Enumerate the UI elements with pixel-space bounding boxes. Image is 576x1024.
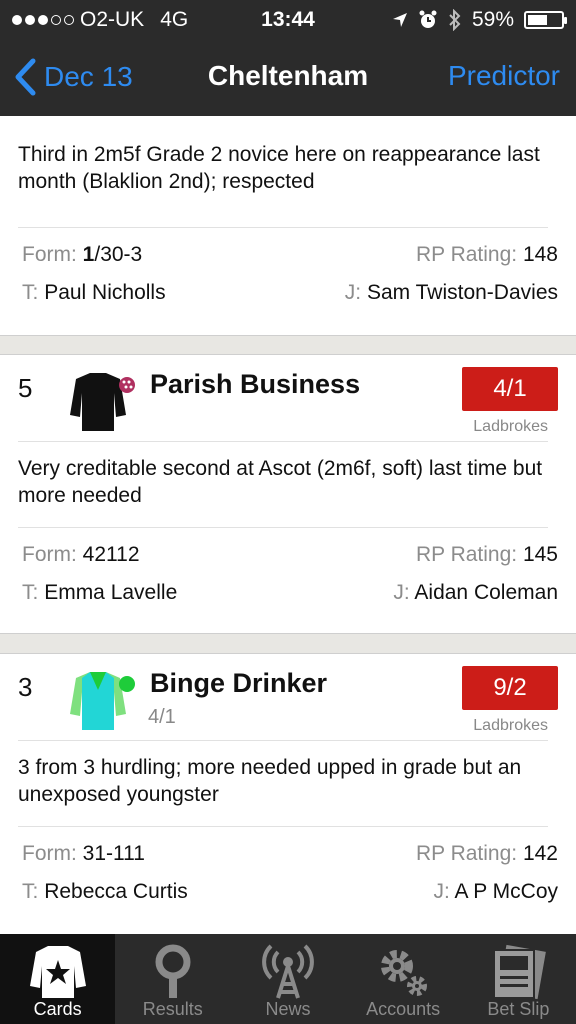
tab-bar: Cards Results News Accounts Bet Slip (0, 934, 576, 1024)
status-right: 59% (392, 8, 567, 32)
form-label: Form: (22, 842, 77, 865)
rp-rating-value: 142 (522, 842, 558, 865)
tab-label: Bet Slip (487, 999, 550, 1019)
trainer-jockey-row: T: Rebecca Curtis J: A P McCoy (22, 880, 558, 904)
rp-rating-value: 145 (522, 543, 558, 566)
divider (18, 826, 548, 827)
divider (18, 441, 548, 442)
form-rating-row: Form: 31-111 RP Rating: 142 (22, 842, 558, 866)
horse-name[interactable]: Binge Drinker (150, 668, 327, 699)
tab-accounts[interactable]: Accounts (346, 934, 461, 1024)
news-antenna-icon (262, 944, 314, 999)
odds-button[interactable]: 4/1 (462, 367, 558, 411)
trainer-name[interactable]: Rebecca Curtis (44, 880, 188, 903)
rp-rating-label: RP Rating: (415, 243, 518, 266)
bookmaker-label: Ladbrokes (473, 418, 548, 435)
jockey-name[interactable]: Sam Twiston-Davies (367, 281, 558, 304)
battery-percent: 59% (471, 8, 514, 31)
runner-card: 5 Parish Business 4/1 Ladbrokes Very cre… (0, 354, 576, 634)
form-value: 31-111 (82, 842, 145, 865)
rp-rating-label: RP Rating: (415, 543, 518, 566)
bet-slip-icon (493, 944, 547, 1000)
tab-label: Cards (33, 999, 82, 1019)
form-label: Form: (22, 243, 77, 266)
trainer-jockey-row: T: Paul Nicholls J: Sam Twiston-Davies (22, 281, 558, 305)
tab-label: Results (142, 999, 203, 1019)
tab-news[interactable]: News (230, 934, 345, 1024)
runner-comment: Very creditable second at Ascot (2m6f, s… (18, 457, 543, 507)
jockey-name[interactable]: Aidan Coleman (414, 581, 558, 604)
jockey-silks-icon (70, 672, 135, 730)
form-value: 42112 (82, 543, 140, 566)
rp-rating-label: RP Rating: (415, 842, 518, 865)
predictor-button[interactable]: Predictor (448, 60, 560, 92)
bookmaker-label: Ladbrokes (473, 717, 548, 734)
form-rating-row: Form: 42112 RP Rating: 145 (22, 543, 558, 567)
form-rating-row: Form: 1/30-3 RP Rating: 148 (22, 243, 558, 267)
jockey-label: J: (393, 581, 410, 604)
trainer-label: T: (22, 880, 39, 903)
silks-icon (29, 946, 86, 998)
tab-label: News (265, 999, 311, 1019)
runner-number: 5 (18, 373, 33, 403)
alarm-icon (419, 10, 437, 28)
jockey-silks-icon (70, 373, 135, 431)
trainer-name[interactable]: Emma Lavelle (44, 581, 177, 604)
battery-icon (524, 11, 567, 29)
racecard-list[interactable]: Third in 2m5f Grade 2 novice here on rea… (0, 116, 576, 934)
trainer-name[interactable]: Paul Nicholls (44, 281, 165, 304)
divider (18, 227, 548, 228)
tab-bet-slip[interactable]: Bet Slip (461, 934, 576, 1024)
rp-rating-value: 148 (522, 243, 558, 266)
trainer-jockey-row: T: Emma Lavelle J: Aidan Coleman (22, 581, 558, 605)
form-value: 1/30-3 (82, 243, 143, 266)
status-bar: O2-UK 4G 13:44 59% (0, 0, 576, 40)
jockey-label: J: (344, 281, 362, 304)
tab-results[interactable]: Results (115, 934, 230, 1024)
runner-comment: 3 from 3 hurdling; more needed upped in … (18, 756, 522, 806)
divider (18, 740, 548, 741)
trainer-label: T: (22, 581, 39, 604)
navigation-bar: Dec 13 Cheltenham Predictor (0, 40, 576, 116)
tab-cards[interactable]: Cards (0, 934, 116, 1024)
runner-card: Third in 2m5f Grade 2 novice here on rea… (0, 116, 576, 336)
trainer-label: T: (22, 281, 39, 304)
previous-odds: 4/1 (148, 706, 176, 728)
results-icon (155, 944, 191, 998)
runner-number: 3 (18, 672, 33, 702)
form-label: Form: (22, 543, 77, 566)
tab-label: Accounts (366, 999, 441, 1019)
horse-name[interactable]: Parish Business (150, 369, 360, 400)
divider (18, 527, 548, 528)
gear-icon (381, 950, 428, 996)
runner-comment: Third in 2m5f Grade 2 novice here on rea… (18, 143, 540, 193)
odds-button[interactable]: 9/2 (462, 666, 558, 710)
bluetooth-icon (449, 9, 461, 31)
jockey-name[interactable]: A P McCoy (455, 880, 558, 903)
jockey-label: J: (433, 880, 450, 903)
runner-card: 3 Binge Drinker 4/1 9/2 Ladbrokes 3 from… (0, 653, 576, 934)
location-arrow-icon (392, 13, 407, 27)
